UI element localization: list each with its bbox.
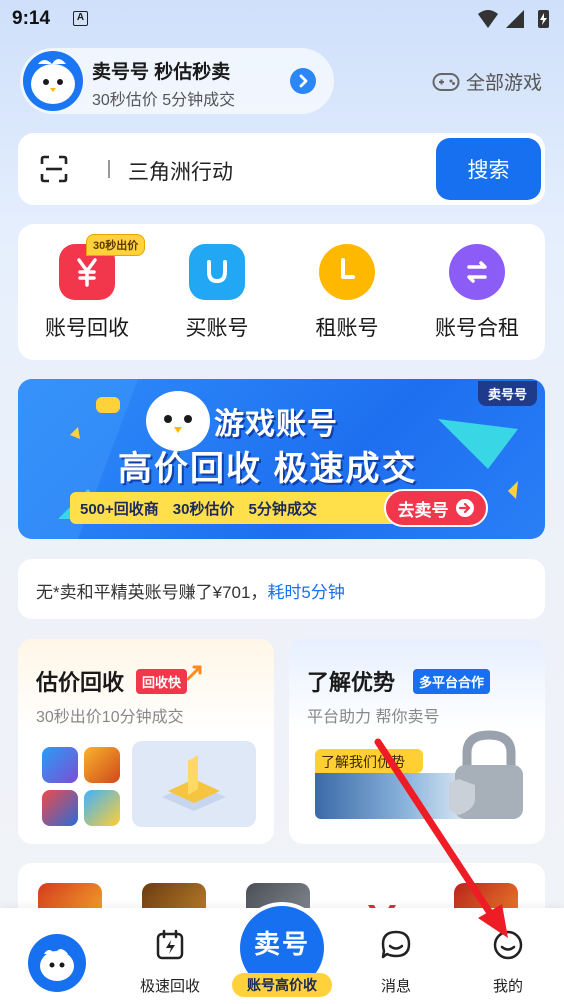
nav-label: 极速回收 bbox=[139, 978, 200, 995]
multi-platform-badge: 多平台合作 bbox=[413, 669, 491, 694]
banner-feature: 5分钟成交 bbox=[248, 500, 317, 518]
nav-center-tag: 账号高价收 bbox=[232, 973, 332, 997]
quick-action-rent-account[interactable]: 租账号 bbox=[292, 244, 402, 342]
lock-icon bbox=[449, 730, 523, 819]
ticker-message: 无*卖和平精英账号赚了¥701， bbox=[36, 583, 268, 602]
chevron-right-icon bbox=[299, 74, 308, 88]
game-thumbnail bbox=[84, 747, 120, 783]
banner-headline: 高价回收 极速成交 bbox=[118, 450, 418, 488]
banner-feature: 30秒估价 bbox=[172, 500, 235, 518]
nav-label: 消息 bbox=[380, 978, 411, 995]
gamepad-icon bbox=[432, 72, 460, 91]
search-divider bbox=[108, 160, 110, 178]
home-logo-icon bbox=[40, 949, 74, 981]
card-title: 估价回收 bbox=[36, 670, 125, 695]
sell-account-label: 去卖号 bbox=[397, 500, 449, 520]
game-icons-grid bbox=[42, 747, 138, 827]
banner-features: 500+回收商 30秒估价 5分钟成交 bbox=[70, 492, 430, 524]
ticker-text: 无*卖和平精英账号赚了¥701，耗时5分钟 bbox=[36, 578, 345, 603]
lightning-box-icon bbox=[156, 929, 184, 960]
quick-action-buy-account[interactable]: 买账号 bbox=[162, 244, 272, 342]
bag-icon bbox=[189, 244, 245, 300]
message-icon bbox=[381, 930, 411, 959]
search-input[interactable]: 三角洲行动 bbox=[128, 156, 233, 186]
search-bar[interactable]: 三角洲行动 搜索 bbox=[18, 133, 545, 205]
quick-actions: 账号回收 30秒出价 买账号 租账号 账号合租 bbox=[18, 224, 545, 360]
nav-fast-recycle[interactable]: 极速回收 bbox=[120, 928, 220, 996]
status-icons bbox=[478, 10, 549, 28]
bottom-nav: 极速回收 卖号 账号高价收 消息 我的 bbox=[0, 902, 564, 1004]
advantages-image bbox=[315, 773, 465, 819]
banner-feature: 500+回收商 bbox=[80, 500, 159, 518]
clock-icon bbox=[319, 244, 375, 300]
promo-arrow-button[interactable] bbox=[290, 68, 316, 94]
quick-action-label: 租账号 bbox=[315, 317, 379, 340]
quick-action-label: 账号回收 bbox=[45, 317, 129, 340]
badge-arrow-icon bbox=[186, 665, 202, 681]
quick-action-shared-rent[interactable]: 账号合租 bbox=[422, 244, 532, 342]
ticker-highlight: 耗时5分钟 bbox=[267, 583, 345, 602]
advantages-strip: 了解我们优势 bbox=[315, 749, 423, 773]
nav-label: 我的 bbox=[492, 978, 523, 995]
bird-logo-icon bbox=[23, 51, 83, 111]
all-games-label: 全部游戏 bbox=[466, 73, 543, 94]
profile-icon bbox=[493, 930, 523, 960]
notification-a-icon: A bbox=[73, 11, 88, 26]
scan-icon[interactable] bbox=[40, 155, 68, 183]
game-thumbnail bbox=[42, 747, 78, 783]
game-thumbnail bbox=[42, 790, 78, 826]
quick-action-account-recycle[interactable]: 账号回收 bbox=[32, 244, 142, 342]
promo-pill[interactable]: 卖号号 秒估秒卖 30秒估价 5分钟成交 bbox=[20, 48, 334, 114]
all-games-link[interactable]: 全部游戏 bbox=[432, 68, 542, 95]
advantages-card[interactable]: 了解优势 多平台合作 平台助力 帮你卖号 了解我们优势 bbox=[289, 639, 545, 844]
game-thumbnail bbox=[84, 790, 120, 826]
promo-banner[interactable]: 卖号号 游戏账号 高价回收 极速成交 500+回收商 30秒估价 5分钟成交 去… bbox=[18, 379, 545, 539]
nav-profile[interactable]: 我的 bbox=[458, 928, 558, 996]
nav-center-label: 卖号 bbox=[253, 929, 310, 959]
search-button[interactable]: 搜索 bbox=[436, 138, 541, 200]
status-time: 9:14 bbox=[12, 8, 51, 29]
fast-offer-badge: 30秒出价 bbox=[86, 234, 146, 256]
nav-messages[interactable]: 消息 bbox=[346, 928, 446, 996]
swap-icon bbox=[449, 244, 505, 300]
box-illustration bbox=[132, 741, 256, 827]
recent-sale-ticker: 无*卖和平精英账号赚了¥701，耗时5分钟 bbox=[18, 559, 545, 619]
banner-tag: 卖号号 bbox=[477, 381, 537, 406]
sell-account-button[interactable]: 去卖号 bbox=[384, 489, 488, 527]
quick-action-label: 账号合租 bbox=[435, 317, 519, 340]
banner-title: 游戏账号 bbox=[214, 408, 338, 441]
fast-recycle-badge: 回收快 bbox=[136, 669, 188, 694]
card-subtitle: 30秒出价10分钟成交 bbox=[36, 709, 184, 726]
nav-home[interactable] bbox=[28, 934, 86, 992]
promo-title: 卖号号 秒估秒卖 bbox=[92, 62, 231, 83]
card-subtitle: 平台助力 帮你卖号 bbox=[307, 709, 440, 726]
arrow-right-circle-icon bbox=[455, 499, 474, 517]
status-bar: 9:14 A bbox=[0, 0, 564, 40]
valuation-recycle-card[interactable]: 估价回收 回收快 30秒出价10分钟成交 bbox=[18, 639, 274, 844]
quick-action-label: 买账号 bbox=[185, 317, 249, 340]
card-title: 了解优势 bbox=[307, 670, 396, 695]
promo-subtitle: 30秒估价 5分钟成交 bbox=[92, 92, 236, 109]
